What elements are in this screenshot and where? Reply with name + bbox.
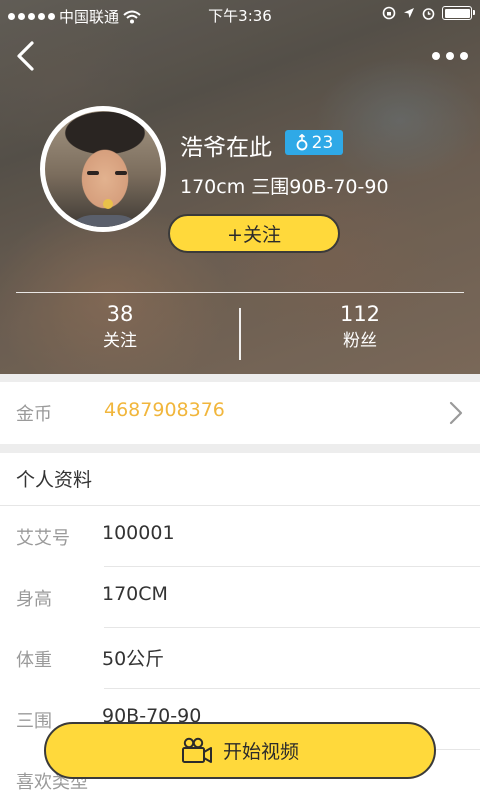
following-stat[interactable]: 38 关注 <box>0 300 240 354</box>
status-bar: 中国联通 下午3:36 <box>0 0 480 30</box>
fans-stat[interactable]: 112 粉丝 <box>240 300 480 354</box>
info-row-weight: 体重 50公斤 <box>0 628 480 689</box>
info-label: 体重 <box>16 650 52 671</box>
avatar[interactable] <box>40 106 166 232</box>
info-label: 身高 <box>16 589 52 610</box>
gender-age-badge: 23 <box>285 130 343 155</box>
info-label: 三围 <box>16 711 52 732</box>
user-name: 浩爷在此 <box>180 135 272 161</box>
coin-value: 4687908376 <box>104 399 225 421</box>
header-divider <box>16 292 464 293</box>
body-stats: 170cm 三围90B-70-90 <box>180 176 389 198</box>
back-button[interactable] <box>12 38 42 74</box>
info-value: 170CM <box>102 583 168 605</box>
follow-stats: 38 关注 112 粉丝 <box>0 300 480 362</box>
start-video-button[interactable]: 开始视频 <box>44 722 436 779</box>
location-icon <box>404 8 414 18</box>
section-title: 个人资料 <box>16 469 93 491</box>
coin-label: 金币 <box>16 404 52 425</box>
more-dots-icon <box>432 52 440 60</box>
info-row-id: 艾艾号 100001 <box>0 506 480 567</box>
orientation-lock-icon <box>382 6 396 20</box>
start-video-label: 开始视频 <box>222 741 299 763</box>
coin-row[interactable]: 金币 4687908376 <box>0 382 480 444</box>
fans-count: 112 <box>339 302 381 326</box>
battery-icon <box>442 6 475 20</box>
info-value: 100001 <box>102 522 175 544</box>
follow-button[interactable]: +关注 <box>168 214 340 253</box>
male-icon <box>296 133 308 150</box>
fans-label: 粉丝 <box>343 331 377 351</box>
following-label: 关注 <box>103 331 137 351</box>
info-value: 50公斤 <box>102 648 165 670</box>
age-value: 23 <box>311 132 334 153</box>
chevron-right-icon <box>449 401 463 425</box>
info-label: 艾艾号 <box>16 528 70 549</box>
more-options-button[interactable] <box>432 44 468 68</box>
info-row-height: 身高 170CM <box>0 567 480 628</box>
alarm-icon <box>422 7 435 20</box>
chevron-left-icon <box>17 41 34 71</box>
video-camera-icon <box>181 737 212 763</box>
following-count: 38 <box>106 302 134 326</box>
